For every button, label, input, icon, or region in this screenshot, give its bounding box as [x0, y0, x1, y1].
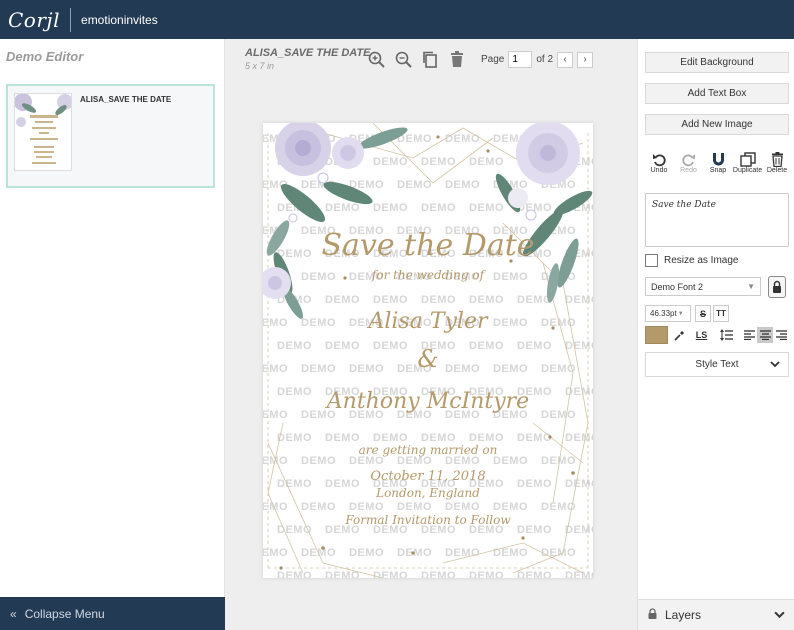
page-number-input[interactable]: [508, 51, 533, 68]
undo-button[interactable]: Undo: [646, 151, 672, 174]
zoom-out-button[interactable]: [394, 50, 412, 68]
trash-icon: [771, 151, 783, 167]
resize-as-image-checkbox[interactable]: [645, 254, 658, 267]
layers-panel-toggle[interactable]: Layers: [638, 599, 794, 630]
double-chevron-left-icon: «: [10, 606, 17, 621]
uppercase-icon: TT: [716, 309, 726, 318]
document-size: 5 x 7 in: [245, 61, 275, 71]
letter-spacing-icon: LS: [695, 330, 708, 340]
font-select[interactable]: Demo Font 2 ▼: [645, 277, 761, 296]
canvas-toolbar: [367, 50, 466, 68]
document-title: ALISA_SAVE THE DATE: [245, 47, 371, 59]
resize-as-image-label: Resize as Image: [664, 255, 739, 266]
align-right-button[interactable]: [773, 327, 789, 343]
template-name: ALISA_SAVE THE DATE: [80, 95, 172, 104]
edit-actions: Undo Redo Snap Duplicate Delete: [646, 151, 790, 174]
delete-button[interactable]: Delete: [764, 151, 790, 174]
chevron-right-icon: ›: [583, 54, 587, 65]
redo-label: Redo: [680, 167, 697, 174]
add-text-box-button[interactable]: Add Text Box: [645, 83, 789, 104]
zoom-out-icon: [395, 51, 412, 68]
undo-label: Undo: [650, 167, 668, 174]
next-page-button[interactable]: ›: [577, 51, 594, 68]
trash-icon: [451, 50, 463, 67]
app-logo[interactable]: Corjl: [8, 8, 60, 32]
delete-label: Delete: [766, 167, 788, 174]
lock-icon: [773, 280, 781, 293]
duplicate-icon: [739, 151, 756, 167]
caret-down-icon: ▼: [677, 310, 684, 317]
card-date[interactable]: October 11, 2018: [263, 469, 593, 484]
duplicate-label: Duplicate: [732, 167, 763, 174]
zoom-in-icon: [368, 51, 385, 68]
eyedropper-icon: [673, 330, 684, 341]
magnet-icon: [712, 152, 724, 165]
strikethrough-icon: S: [699, 308, 706, 319]
canvas-area: ALISA_SAVE THE DATE 5 x 7 in Page of 2 ‹…: [225, 39, 637, 630]
chevron-left-icon: ‹: [563, 54, 567, 65]
redo-button[interactable]: Redo: [676, 151, 702, 174]
card-place[interactable]: London, England: [263, 486, 593, 500]
delete-page-button[interactable]: [448, 50, 466, 68]
left-panel: Demo Editor ALISA_SAVE THE DATE « Collap…: [0, 39, 225, 630]
card-getting-married[interactable]: are getting married on: [263, 443, 593, 457]
card-subtitle[interactable]: for the wedding of: [263, 268, 593, 282]
font-size-select[interactable]: 46.33pt ▼: [645, 305, 691, 322]
lock-button[interactable]: [768, 276, 786, 298]
layers-label: Layers: [665, 608, 702, 622]
chevron-down-icon: [774, 609, 785, 623]
card-name-bride[interactable]: Alisa Tyler: [263, 309, 593, 334]
strikethrough-button[interactable]: S: [695, 305, 711, 322]
align-center-icon: [759, 330, 771, 340]
line-height-icon: [719, 329, 733, 341]
chevron-down-icon: [770, 359, 780, 372]
collapse-menu-label: Collapse Menu: [24, 606, 105, 621]
template-thumbnail-image: [14, 93, 72, 171]
style-text-label: Style Text: [695, 359, 739, 370]
right-panel: Edit Background Add Text Box Add New Ima…: [637, 39, 794, 630]
card-ampersand[interactable]: &: [263, 345, 593, 373]
left-panel-title: Demo Editor: [6, 49, 84, 64]
duplicate-button[interactable]: Duplicate: [732, 151, 763, 174]
uppercase-button[interactable]: TT: [713, 305, 729, 322]
undo-icon: [652, 153, 666, 166]
page-label: Page: [481, 54, 505, 65]
snap-button[interactable]: Snap: [705, 151, 731, 174]
brand-name: emotioninvites: [81, 12, 158, 27]
top-bar: Corjl emotioninvites: [0, 0, 794, 39]
copy-page-button[interactable]: [421, 50, 439, 68]
zoom-in-button[interactable]: [367, 50, 385, 68]
text-content-field[interactable]: Save the Date: [645, 193, 789, 247]
font-select-value: Demo Font 2: [651, 281, 704, 292]
add-new-image-button[interactable]: Add New Image: [645, 114, 789, 135]
text-color-swatch[interactable]: [645, 326, 668, 344]
eyedropper-button[interactable]: [671, 327, 687, 343]
style-text-toggle[interactable]: Style Text: [645, 352, 789, 377]
card-title[interactable]: Save the Date: [263, 228, 593, 263]
copy-icon: [423, 51, 437, 68]
caret-down-icon: ▼: [747, 282, 755, 291]
page-navigator: Page of 2 ‹ ›: [481, 51, 594, 68]
letter-spacing-button[interactable]: LS: [693, 327, 710, 343]
card-name-groom[interactable]: Anthony McIntyre: [263, 389, 593, 414]
lock-icon: [648, 608, 657, 622]
collapse-menu-button[interactable]: « Collapse Menu: [0, 597, 225, 630]
align-center-button[interactable]: [757, 327, 773, 343]
edit-background-button[interactable]: Edit Background: [645, 52, 789, 73]
invitation-card[interactable]: DEMODEMODEMODEMODEMODEMODEMODEMODEMODEMO…: [263, 123, 593, 578]
line-height-button[interactable]: [718, 327, 734, 343]
redo-icon: [682, 153, 695, 166]
align-left-icon: [743, 330, 755, 340]
resize-as-image-option[interactable]: Resize as Image: [645, 254, 738, 267]
align-left-button[interactable]: [741, 327, 757, 343]
align-right-icon: [775, 330, 787, 340]
snap-label: Snap: [709, 167, 727, 174]
prev-page-button[interactable]: ‹: [557, 51, 574, 68]
font-size-value: 46.33pt: [650, 309, 677, 318]
page-total: of 2: [536, 54, 554, 65]
card-footer[interactable]: Formal Invitation to Follow: [263, 513, 593, 527]
template-thumbnail-card[interactable]: ALISA_SAVE THE DATE: [6, 84, 215, 188]
logo-divider: [70, 7, 72, 32]
